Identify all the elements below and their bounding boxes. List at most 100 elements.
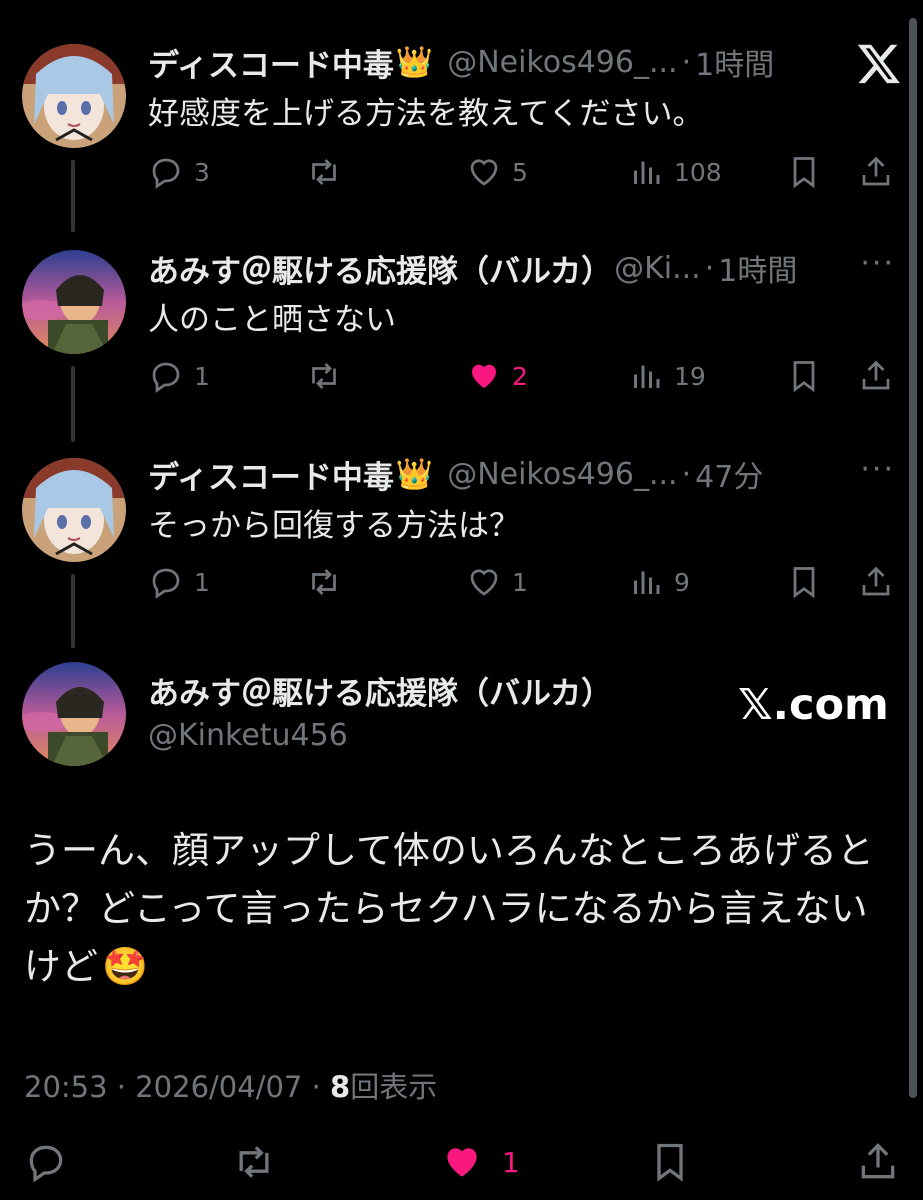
- user-name[interactable]: あみす＠駆ける応援隊（バルカ）: [148, 668, 612, 713]
- repost-icon: [312, 569, 336, 595]
- bookmark-button[interactable]: [786, 560, 822, 604]
- avatar[interactable]: [22, 458, 126, 562]
- more-options-button[interactable]: ···: [860, 246, 895, 281]
- like-count: 5: [512, 157, 528, 187]
- repost-button[interactable]: [306, 560, 342, 604]
- user-name[interactable]: ディスコード中毒: [148, 452, 394, 497]
- avatar[interactable]: [22, 44, 126, 148]
- post-header: ディスコード中毒 👑 @Neikos496_... · 47分: [148, 452, 763, 497]
- main-post-text: うーん、顔アップして体のいろんなところあげると か？どこって言ったらセクハラにな…: [24, 822, 904, 996]
- repost-button[interactable]: [306, 150, 342, 194]
- views-icon: [634, 365, 660, 388]
- view-count: 9: [674, 567, 690, 597]
- separator-dot: ·: [681, 44, 692, 80]
- views-icon: [634, 161, 660, 184]
- thread-line: [71, 574, 75, 648]
- reply-button[interactable]: 3: [148, 150, 210, 194]
- user-name[interactable]: あみす＠駆ける応援隊（バルカ）: [148, 246, 612, 291]
- bookmark-icon: [657, 1143, 683, 1182]
- main-text-line: か？どこって言ったらセクハラになるから言えない: [24, 887, 868, 930]
- share-button[interactable]: [856, 1140, 900, 1184]
- repost-icon: [312, 363, 336, 389]
- post-header: ディスコード中毒 👑 @Neikos496_... · 1時間: [148, 40, 774, 85]
- heart-icon: [470, 569, 498, 596]
- reply-icon: [152, 362, 180, 393]
- thread-line: [71, 366, 75, 442]
- post-time[interactable]: 20:53: [24, 1070, 108, 1104]
- share-button[interactable]: [858, 150, 894, 194]
- repost-icon: [312, 159, 336, 185]
- main-text-line-last: けど 🤩: [24, 945, 149, 988]
- separator-dot: ·: [311, 1070, 321, 1104]
- bookmark-icon: [793, 567, 815, 599]
- crown-icon: 👑: [395, 456, 434, 492]
- avatar[interactable]: [22, 662, 126, 766]
- bookmark-icon: [793, 157, 815, 189]
- reply-button[interactable]: 1: [148, 354, 210, 398]
- views-button[interactable]: 19: [628, 354, 706, 398]
- reply-icon: [152, 158, 180, 189]
- user-handle[interactable]: @Kinketu456: [148, 718, 348, 753]
- main-action-bar: 1: [0, 1140, 923, 1190]
- main-post-header: あみす＠駆ける応援隊（バルカ）: [148, 668, 612, 713]
- post-time[interactable]: 1時間: [695, 40, 774, 84]
- view-label: 回表示: [350, 1070, 438, 1104]
- bookmark-button[interactable]: [786, 354, 822, 398]
- brand-label: 𝕏.com: [738, 680, 889, 730]
- repost-button[interactable]: [232, 1140, 276, 1184]
- separator-dot: ·: [681, 456, 692, 492]
- user-handle[interactable]: @Ki...: [614, 251, 701, 286]
- avatar[interactable]: [22, 250, 126, 354]
- reply-button[interactable]: [24, 1140, 68, 1184]
- view-count: 19: [674, 361, 706, 391]
- bookmark-button[interactable]: [786, 150, 822, 194]
- bookmark-button[interactable]: [648, 1140, 692, 1184]
- action-bar: 1 2 19: [148, 354, 898, 398]
- main-text-line: うーん、顔アップして体のいろんなところあげると: [24, 829, 874, 872]
- like-button[interactable]: 2: [466, 354, 528, 398]
- share-button[interactable]: [858, 354, 894, 398]
- reply-count: 1: [194, 567, 210, 597]
- post-date[interactable]: 2026/04/07: [135, 1070, 302, 1104]
- reply-icon: [29, 1145, 63, 1183]
- share-icon: [862, 360, 890, 390]
- user-handle[interactable]: @Neikos496_...: [447, 45, 677, 80]
- post-time[interactable]: 1時間: [718, 246, 797, 290]
- reply-button[interactable]: 1: [148, 560, 210, 604]
- post-text: 人のこと晒さない: [148, 302, 396, 338]
- user-handle[interactable]: @Neikos496_...: [447, 457, 677, 492]
- bookmark-icon: [793, 361, 815, 393]
- post-meta: 20:53 · 2026/04/07 · 8回表示: [24, 1064, 437, 1106]
- repost-icon: [239, 1146, 269, 1178]
- crown-icon: 👑: [395, 44, 434, 80]
- reply-icon: [152, 568, 180, 599]
- scrollbar[interactable]: [909, 18, 917, 1098]
- more-options-button[interactable]: ···: [860, 452, 895, 487]
- action-bar: 3 5 108: [148, 150, 898, 194]
- post-text: そっから回復する方法は？: [148, 508, 520, 544]
- like-button[interactable]: 5: [466, 150, 528, 194]
- view-count: 108: [674, 157, 722, 187]
- share-icon: [861, 1143, 895, 1179]
- share-icon: [862, 566, 890, 596]
- heart-icon: [472, 364, 496, 388]
- post-time[interactable]: 47分: [695, 452, 763, 496]
- like-count: 1: [512, 567, 528, 597]
- x-logo-icon[interactable]: [856, 40, 902, 86]
- star-struck-emoji-icon: 🤩: [102, 945, 149, 988]
- separator-dot: ·: [116, 1070, 127, 1104]
- heart-icon: [470, 159, 498, 186]
- views-button[interactable]: 9: [628, 560, 690, 604]
- action-bar: 1 1 9: [148, 560, 898, 604]
- views-button[interactable]: 108: [628, 150, 722, 194]
- post-header: あみす＠駆ける応援隊（バルカ） @Ki... · 1時間: [148, 246, 797, 291]
- share-button[interactable]: [858, 560, 894, 604]
- reply-count: 1: [194, 361, 210, 391]
- like-button[interactable]: 1: [466, 560, 528, 604]
- user-name[interactable]: ディスコード中毒: [148, 40, 394, 85]
- like-count: 1: [502, 1145, 520, 1179]
- repost-button[interactable]: [306, 354, 342, 398]
- view-count: 8: [330, 1070, 351, 1104]
- share-icon: [862, 156, 890, 186]
- like-button[interactable]: 1: [440, 1140, 520, 1184]
